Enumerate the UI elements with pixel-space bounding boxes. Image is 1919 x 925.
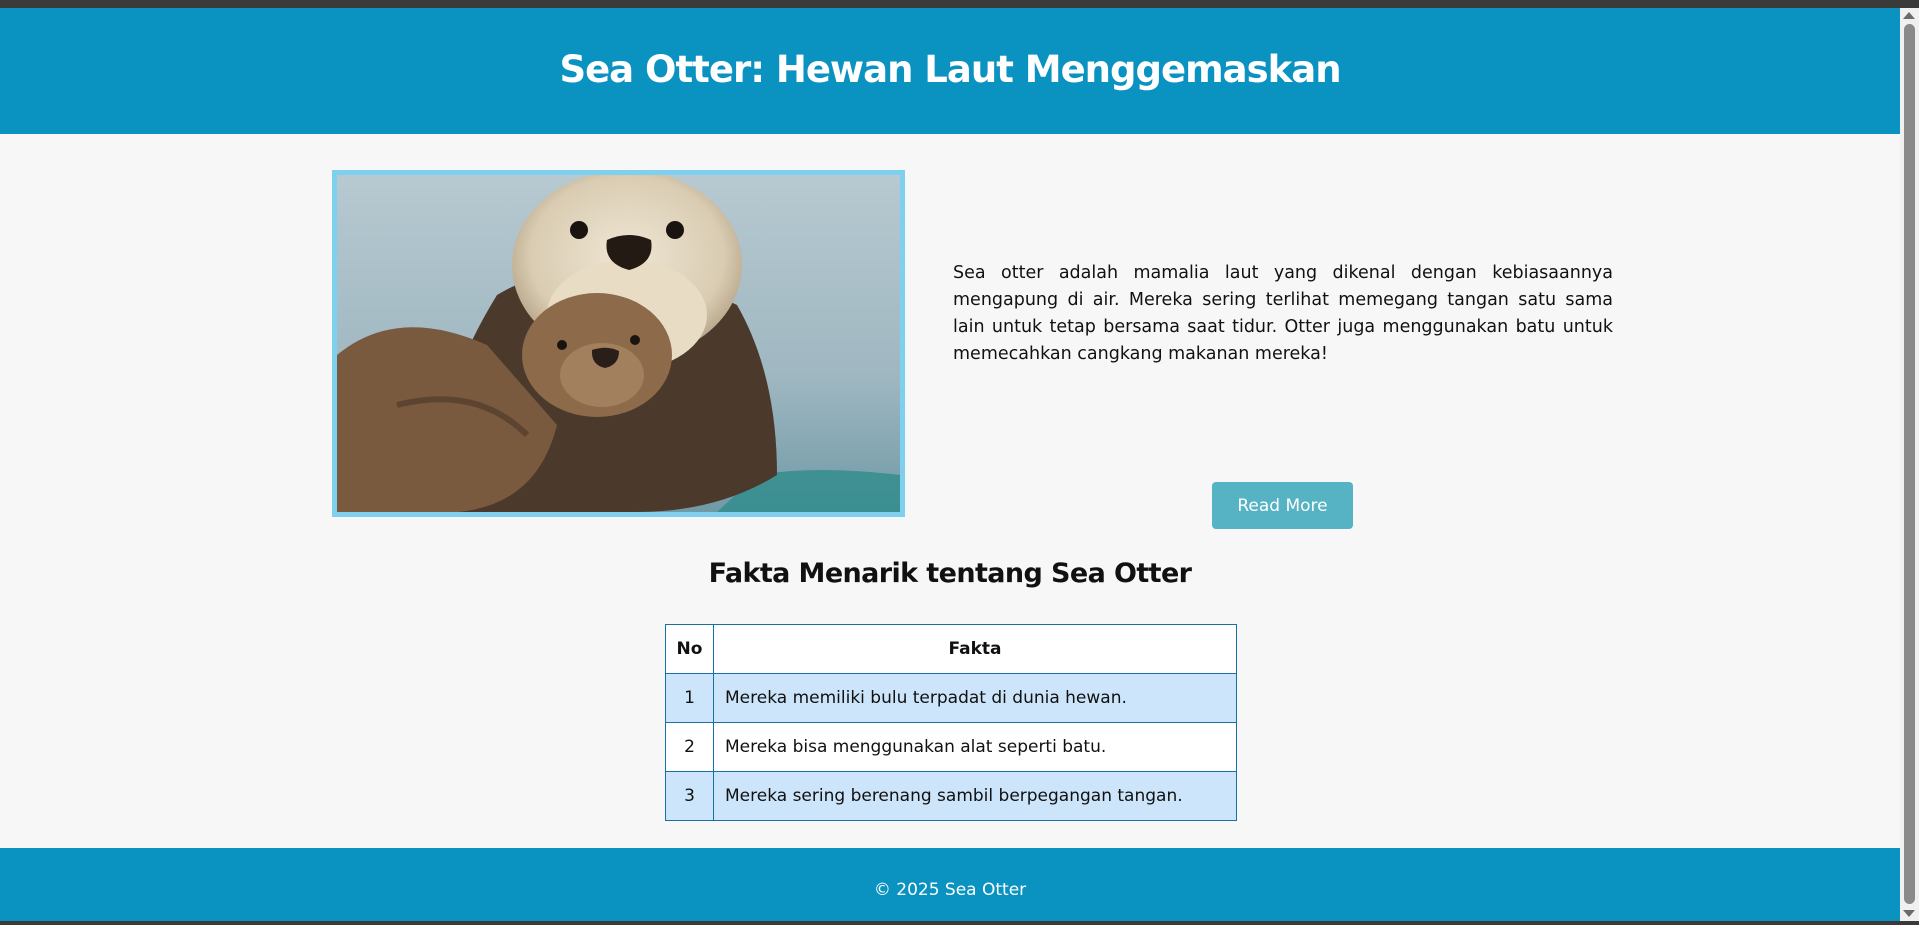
footer-copyright: © 2025 Sea Otter	[873, 879, 1027, 900]
table-row: 1 Mereka memiliki bulu terpadat di dunia…	[665, 673, 1237, 723]
intro-section: Sea otter adalah mamalia laut yang diken…	[0, 134, 1900, 544]
facts-table: No Fakta 1 Mereka memiliki bulu terpadat…	[665, 624, 1237, 821]
browser-top-strip	[0, 0, 1919, 8]
fact-number: 3	[665, 771, 714, 821]
fact-number: 1	[665, 673, 714, 723]
site-footer: © 2025 Sea Otter	[0, 848, 1900, 921]
column-header-fakta: Fakta	[713, 624, 1237, 674]
column-header-no: No	[665, 624, 714, 674]
table-row: 3 Mereka sering berenang sambil berpegan…	[665, 771, 1237, 821]
page-title: Sea Otter: Hewan Laut Menggemaskan	[559, 47, 1341, 91]
facts-heading: Fakta Menarik tentang Sea Otter	[708, 558, 1192, 589]
table-row: 2 Mereka bisa menggunakan alat seperti b…	[665, 722, 1237, 772]
scrollbar-thumb[interactable]	[1904, 24, 1915, 904]
vertical-scrollbar[interactable]	[1900, 8, 1919, 921]
read-more-button[interactable]: Read More	[1212, 482, 1353, 529]
scroll-down-arrow-icon[interactable]	[1903, 910, 1915, 917]
fact-text: Mereka memiliki bulu terpadat di dunia h…	[713, 673, 1237, 723]
fact-number: 2	[665, 722, 714, 772]
table-header-row: No Fakta	[665, 624, 1237, 674]
scroll-up-arrow-icon[interactable]	[1903, 12, 1915, 19]
sea-otter-photo	[332, 170, 905, 517]
intro-paragraph: Sea otter adalah mamalia laut yang diken…	[953, 263, 1613, 364]
fact-text: Mereka sering berenang sambil berpeganga…	[713, 771, 1237, 821]
browser-bottom-strip	[0, 921, 1919, 925]
fact-text: Mereka bisa menggunakan alat seperti bat…	[713, 722, 1237, 772]
site-header: Sea Otter: Hewan Laut Menggemaskan	[0, 8, 1900, 134]
